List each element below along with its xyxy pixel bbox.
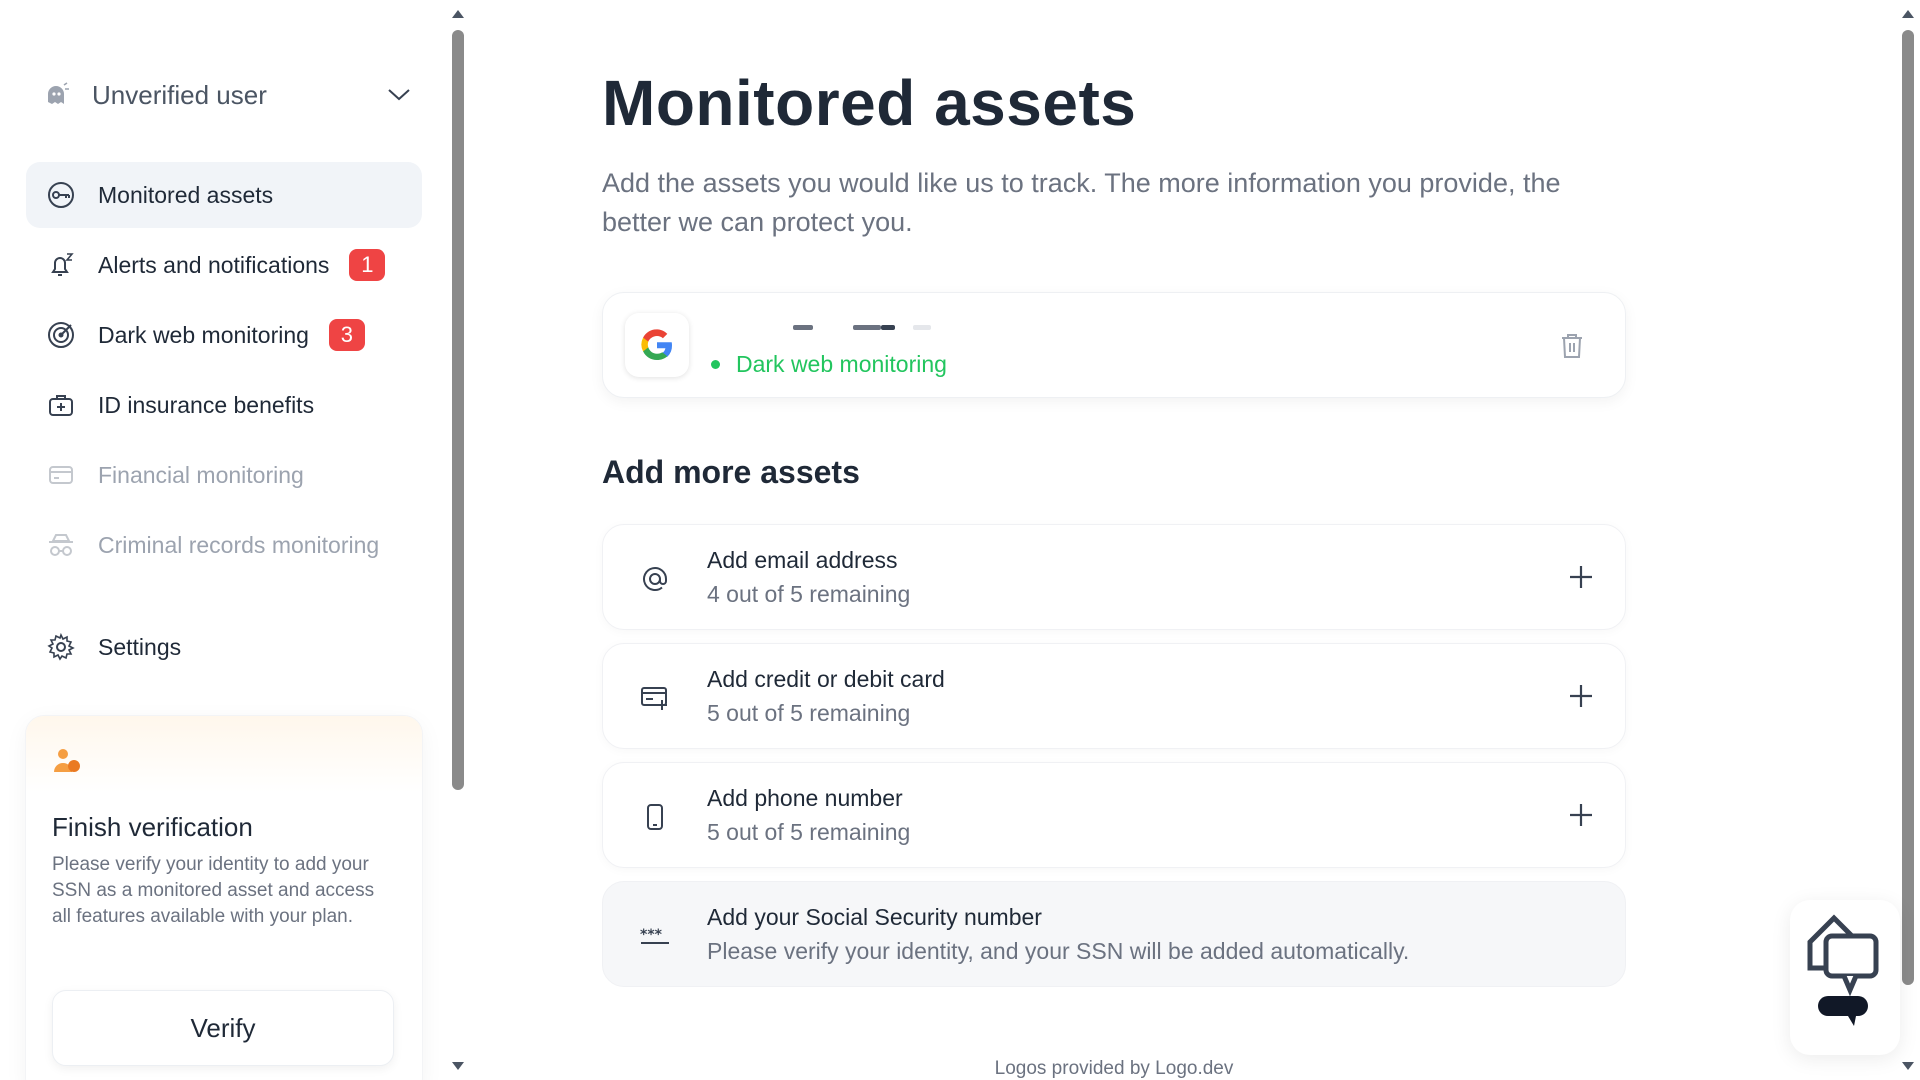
- phone-icon: [637, 799, 673, 835]
- sidebar-item-label: Dark web monitoring: [98, 321, 309, 348]
- verification-card: Finish verification Please verify your i…: [26, 716, 422, 1080]
- add-ssn-title: Add your Social Security number: [707, 904, 1042, 930]
- at-icon: [637, 561, 673, 597]
- page-subtitle: Add the assets you would like us to trac…: [602, 168, 1561, 237]
- gear-icon: [46, 632, 76, 662]
- status-dot-icon: [711, 360, 720, 369]
- plus-icon[interactable]: [1563, 678, 1599, 714]
- add-phone-remaining: 5 out of 5 remaining: [707, 819, 911, 845]
- spy-icon: [46, 530, 76, 560]
- sidebar-item-settings[interactable]: Settings: [46, 620, 181, 674]
- ssn-icon: ***: [637, 918, 673, 954]
- target-icon: [46, 320, 76, 350]
- add-card-remaining: 5 out of 5 remaining: [707, 700, 911, 726]
- scrollbar-thumb[interactable]: [452, 30, 464, 790]
- verify-button[interactable]: Verify: [52, 990, 394, 1066]
- sidebar-item-id-insurance[interactable]: ID insurance benefits: [26, 372, 422, 438]
- add-card-card[interactable]: Add credit or debit card 5 out of 5 rema…: [602, 643, 1626, 749]
- add-phone-title: Add phone number: [707, 785, 903, 811]
- scrollbar-thumb[interactable]: [1902, 30, 1914, 985]
- add-ssn-subtitle: Please verify your identity, and your SS…: [707, 938, 1410, 964]
- plus-icon[interactable]: [1563, 797, 1599, 833]
- settings-label: Settings: [98, 633, 182, 660]
- bell-icon: [46, 250, 76, 280]
- verify-title: Finish verification: [52, 812, 253, 842]
- user-verify-icon: [52, 746, 82, 776]
- sidebar-item-monitored-assets[interactable]: Monitored assets: [26, 162, 422, 228]
- add-phone-card[interactable]: Add phone number 5 out of 5 remaining: [602, 762, 1626, 868]
- briefcase-icon: [46, 390, 76, 420]
- svg-text:***: ***: [640, 927, 663, 943]
- google-logo-icon: [625, 313, 689, 377]
- user-ghost-icon: [44, 82, 70, 108]
- chat-widget-button[interactable]: [1790, 900, 1900, 1055]
- sidebar-item-label: Financial monitoring: [98, 461, 304, 488]
- logos-footer: Logos provided by Logo.dev: [994, 1058, 1234, 1079]
- card-add-icon: [637, 680, 673, 716]
- sidebar-item-label: Monitored assets: [98, 181, 274, 208]
- dark-web-badge: 3: [328, 319, 365, 351]
- add-card-title: Add credit or debit card: [707, 666, 945, 692]
- main-content: Monitored assets Add the assets you woul…: [470, 0, 1920, 1080]
- scroll-up-icon[interactable]: [1902, 10, 1914, 18]
- sidebar-scrollbar[interactable]: [446, 0, 470, 1080]
- page-title: Monitored assets: [602, 67, 1137, 139]
- user-menu[interactable]: Unverified user: [44, 70, 414, 120]
- chevron-down-icon[interactable]: [384, 80, 414, 110]
- monitored-asset-card: Dark web monitoring: [602, 292, 1626, 398]
- sidebar-item-label: ID insurance benefits: [98, 391, 315, 418]
- verify-text: Please verify your identity to add your …: [52, 854, 375, 927]
- scroll-down-icon[interactable]: [452, 1062, 464, 1070]
- sidebar-item-financial[interactable]: Financial monitoring: [26, 442, 422, 508]
- sidebar-item-label: Alerts and notifications: [98, 251, 330, 278]
- user-label: Unverified user: [92, 79, 267, 110]
- scroll-down-icon[interactable]: [1902, 1062, 1914, 1070]
- key-icon: [46, 180, 76, 210]
- add-email-remaining: 4 out of 5 remaining: [707, 581, 911, 607]
- sidebar-item-dark-web[interactable]: Dark web monitoring 3: [26, 302, 422, 368]
- trash-icon[interactable]: [1557, 329, 1587, 363]
- sidebar-item-label: Criminal records monitoring: [98, 531, 380, 558]
- sidebar-item-alerts[interactable]: Alerts and notifications 1: [26, 232, 422, 298]
- chat-icon: [1804, 908, 1886, 1043]
- masked-email: [793, 325, 963, 331]
- sidebar: Unverified user Monitored assets Alerts …: [0, 0, 470, 1080]
- card-icon: [46, 460, 76, 490]
- asset-status-label: Dark web monitoring: [736, 351, 947, 377]
- add-email-title: Add email address: [707, 547, 898, 573]
- add-ssn-card: *** Add your Social Security number Plea…: [602, 881, 1626, 987]
- add-email-card[interactable]: Add email address 4 out of 5 remaining: [602, 524, 1626, 630]
- scroll-up-icon[interactable]: [452, 10, 464, 18]
- alerts-badge: 1: [349, 249, 386, 281]
- sidebar-nav: Monitored assets Alerts and notification…: [26, 162, 422, 582]
- add-more-assets-title: Add more assets: [602, 454, 860, 490]
- plus-icon[interactable]: [1563, 559, 1599, 595]
- sidebar-item-criminal[interactable]: Criminal records monitoring: [26, 512, 422, 578]
- asset-status: Dark web monitoring: [711, 351, 947, 378]
